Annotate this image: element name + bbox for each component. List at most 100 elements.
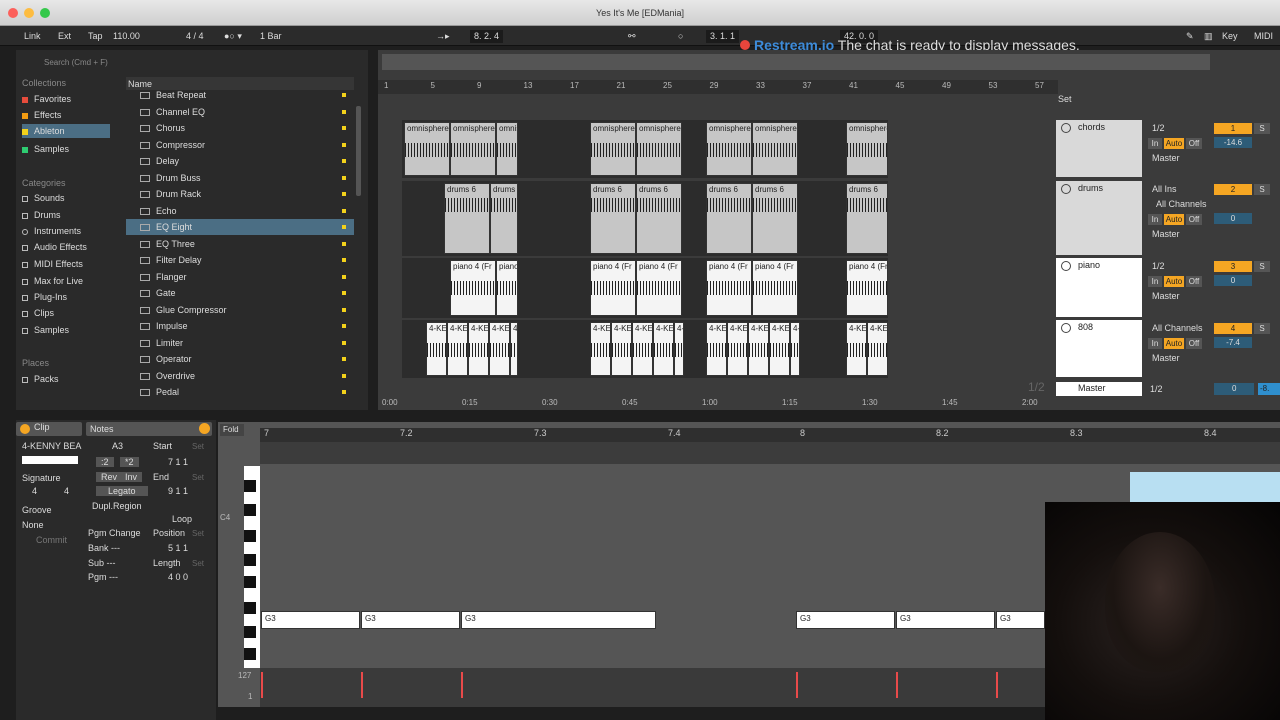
track-number-button[interactable]: 1 (1214, 123, 1252, 134)
browser-item[interactable]: Filter Delay (126, 252, 354, 268)
arrangement-clip[interactable]: 4-KE (468, 322, 489, 376)
arrangement-clip[interactable]: omnisphere (450, 122, 496, 176)
arrangement-clip[interactable]: drums 6 (590, 183, 636, 254)
end-set-button[interactable]: Set (192, 473, 204, 482)
duplicate-region-button[interactable]: Dupl.Region (92, 501, 142, 511)
master-track-header[interactable]: Master (1056, 382, 1142, 396)
bar-tick[interactable]: 37 (803, 81, 812, 90)
keyboard-icon[interactable]: ▥ (1204, 31, 1213, 42)
category-sounds[interactable]: Sounds (22, 191, 65, 205)
arrangement-position-field[interactable]: 8. 2. 4 (470, 30, 504, 43)
midi-note[interactable]: G3 (461, 611, 656, 629)
track-volume[interactable]: -14.6 (1214, 137, 1252, 148)
browser-item[interactable]: Flanger (126, 269, 354, 285)
time-tick[interactable]: 0:45 (622, 398, 638, 407)
tempo-field[interactable]: 110.00 (113, 31, 140, 41)
arrangement-clip[interactable]: piano 4 (Fr (496, 260, 518, 316)
loop-start-field[interactable]: 3. 1. 1 (706, 30, 740, 43)
clip-activator-icon[interactable] (20, 424, 30, 434)
browser-item[interactable]: Overdrive (126, 368, 354, 384)
collection-effects[interactable]: Effects (22, 108, 61, 122)
fold-track-icon[interactable] (1061, 323, 1071, 333)
black-key[interactable] (244, 648, 256, 660)
half-length-button[interactable]: :2 (96, 457, 114, 467)
category-audio-effects[interactable]: Audio Effects (22, 240, 87, 254)
arrangement-clip[interactable]: piano 4 (Fr (846, 260, 888, 316)
arrangement-clip[interactable]: 4-KE (706, 322, 727, 376)
arrangement-clip[interactable]: omnisphere (752, 122, 798, 176)
ext-button[interactable]: Ext (58, 31, 71, 41)
black-key[interactable] (244, 504, 256, 516)
arrangement-clip[interactable]: piano 4 (Fr (706, 260, 752, 316)
track-lane-piano[interactable]: piano 4 (Fr piano 4 (Fr piano 4 (Fr piano 4… (402, 258, 888, 318)
browser-item[interactable]: Operator (126, 351, 354, 367)
double-length-button[interactable]: *2 (120, 457, 139, 467)
arrangement-clip[interactable]: piano 4 (Fr (636, 260, 682, 316)
category-samples[interactable]: Samples (22, 323, 69, 337)
time-tick[interactable]: 0:30 (542, 398, 558, 407)
track-header-chords[interactable]: chords (1056, 120, 1142, 177)
clip-tab[interactable]: Clip (16, 422, 82, 436)
time-tick[interactable]: 2:00 (1022, 398, 1038, 407)
black-key[interactable] (244, 554, 256, 566)
fold-track-icon[interactable] (1061, 184, 1071, 194)
length-field[interactable]: 4 0 0 (168, 572, 188, 582)
loop-brace-area[interactable] (260, 442, 1280, 464)
arrangement-clip[interactable]: drums 6 (752, 183, 798, 254)
groove-select[interactable]: None (22, 520, 44, 530)
black-key[interactable] (244, 576, 256, 588)
time-tick[interactable]: 1:15 (782, 398, 798, 407)
track-volume[interactable]: 0 (1214, 275, 1252, 286)
track-lane-drums[interactable]: drums 6 drums 6 drums 6 drums 6 drums 6 drums… (402, 181, 888, 256)
automation-icon[interactable]: ⚯ (628, 31, 636, 42)
browser-item[interactable]: Drum Rack (126, 186, 354, 202)
time-ruler[interactable]: 0:00 0:15 0:30 0:45 1:00 1:15 1:30 1:45 2:00 (378, 396, 1058, 410)
bar-tick[interactable]: 45 (896, 81, 905, 90)
browser-item[interactable]: EQ Eight (126, 219, 354, 235)
browser-item[interactable]: Compressor (126, 137, 354, 153)
bar-tick[interactable]: 41 (849, 81, 858, 90)
monitor-auto-button[interactable]: Auto (1164, 276, 1184, 287)
fold-track-icon[interactable] (1061, 261, 1071, 271)
reverse-button[interactable]: Rev (96, 472, 123, 482)
solo-button[interactable]: S (1254, 261, 1270, 272)
track-number-button[interactable]: 2 (1214, 184, 1252, 195)
overview-bar[interactable] (382, 54, 1210, 70)
velocity-marker[interactable] (796, 672, 798, 698)
monitor-off-button[interactable]: Off (1186, 338, 1202, 349)
bar-tick[interactable]: 9 (477, 81, 481, 90)
arrangement-clip[interactable]: drums 6 (636, 183, 682, 254)
solo-button[interactable]: S (1254, 323, 1270, 334)
arrangement-clip[interactable]: 4-KE (611, 322, 632, 376)
browser-item[interactable]: Delay (126, 153, 354, 169)
track-input-select[interactable]: 1/2 (1152, 261, 1165, 271)
bar-tick[interactable]: 53 (989, 81, 998, 90)
length-set-button[interactable]: Set (192, 559, 204, 568)
black-key[interactable] (244, 626, 256, 638)
midi-note[interactable]: G3 (261, 611, 360, 629)
arrangement-clip[interactable]: 4-KE (846, 322, 867, 376)
browser-item[interactable]: EQ Three (126, 236, 354, 252)
arrangement-clip[interactable]: piano 4 (Fr (752, 260, 798, 316)
arrangement-clip[interactable]: omnisphere (496, 122, 518, 176)
commit-button[interactable]: Commit (36, 535, 67, 545)
tap-button[interactable]: Tap (88, 31, 103, 41)
piano-roll-ruler[interactable] (260, 428, 1280, 442)
track-output-select[interactable]: Master (1152, 229, 1180, 239)
signature-numerator[interactable]: 4 (32, 486, 37, 496)
category-plug-ins[interactable]: Plug-Ins (22, 290, 67, 304)
monitor-auto-button[interactable]: Auto (1164, 338, 1184, 349)
category-clips[interactable]: Clips (22, 306, 54, 320)
browser-item[interactable]: Chorus (126, 120, 354, 136)
bar-tick[interactable]: 21 (617, 81, 626, 90)
monitor-in-button[interactable]: In (1148, 276, 1162, 287)
category-drums[interactable]: Drums (22, 208, 61, 222)
master-input[interactable]: 1/2 (1150, 384, 1163, 394)
fold-button[interactable]: Fold (220, 424, 244, 436)
arrangement-clip[interactable]: omnisphere (846, 122, 888, 176)
track-header-drums[interactable]: drums (1056, 181, 1142, 255)
bar-tick[interactable]: 25 (663, 81, 672, 90)
follow-icon[interactable]: →▸ (436, 31, 450, 42)
monitor-off-button[interactable]: Off (1186, 214, 1202, 225)
position-set-button[interactable]: Set (192, 529, 204, 538)
